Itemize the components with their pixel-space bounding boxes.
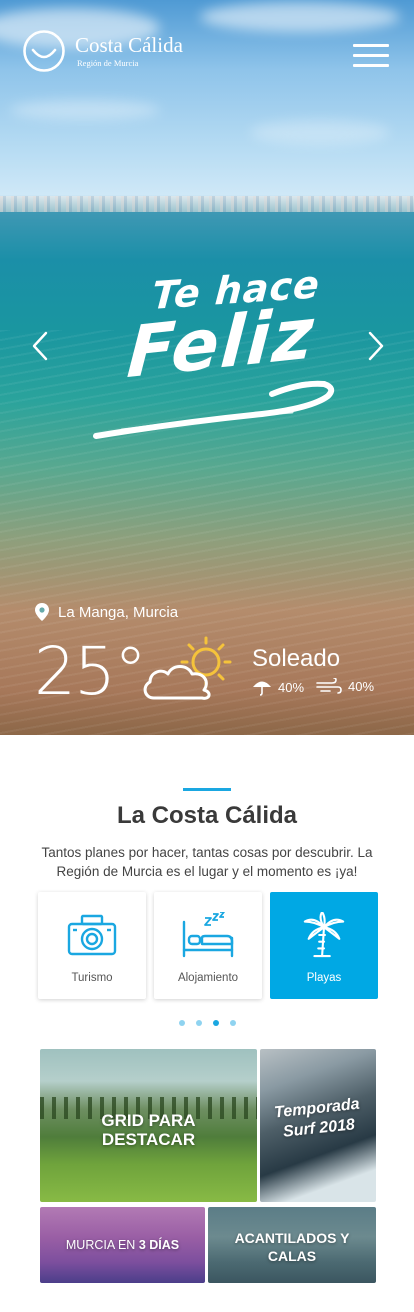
brand-name: Costa Cálida <box>75 33 183 57</box>
hamburger-menu-icon[interactable] <box>353 44 389 70</box>
rain-chance: 40% <box>252 678 304 696</box>
category-alojamiento[interactable]: Alojamiento <box>154 892 262 999</box>
weather-location: La Manga, Murcia <box>35 603 178 621</box>
pagination-dot[interactable] <box>179 1020 185 1026</box>
chevron-right-icon[interactable] <box>366 330 386 362</box>
smile-logo-icon <box>23 30 65 72</box>
category-playas[interactable]: Playas <box>270 892 378 999</box>
category-label: Alojamiento <box>177 972 239 984</box>
tile-label: Temporada Surf 2018 <box>260 1093 376 1145</box>
location-label: La Manga, Murcia <box>58 603 179 621</box>
hero-slogan: Te hace Feliz <box>92 262 342 442</box>
pagination-dot-active[interactable] <box>213 1020 219 1026</box>
wind-value-group: 40% <box>316 678 374 694</box>
tile-label-line2: DESTACAR <box>101 1130 196 1149</box>
grid-tile-murcia-3-dias[interactable]: MURCIA EN 3 DÍAS <box>40 1207 205 1283</box>
tile-label: ACANTILADOS Y CALAS <box>208 1229 376 1265</box>
chevron-left-icon[interactable] <box>30 330 50 362</box>
palm-tree-icon <box>303 912 345 958</box>
city-skyline <box>0 196 414 212</box>
pagination-dot[interactable] <box>230 1020 236 1026</box>
rain-chance-value: 40% <box>278 679 305 695</box>
category-label: Turismo <box>71 972 113 984</box>
wind-icon <box>316 678 342 694</box>
tile-label-line1: GRID PARA <box>101 1111 196 1130</box>
category-carousel: Turismo Alojamiento Playas <box>38 892 386 999</box>
tile-label-line1: ACANTILADOS Y <box>234 1230 350 1246</box>
brush-stroke-icon <box>93 380 335 439</box>
brand-logo-link[interactable]: Costa Cálida Región de Murcia <box>22 29 183 73</box>
camera-icon <box>67 914 117 956</box>
cloud-shape <box>10 100 160 120</box>
wind-value: 40% <box>348 678 375 694</box>
location-pin-icon <box>35 603 49 621</box>
tile-label-prefix: MURCIA EN <box>65 1238 139 1252</box>
brand-subtitle: Región de Murcia <box>77 58 139 68</box>
carousel-pagination <box>179 1020 247 1026</box>
pagination-dot[interactable] <box>196 1020 202 1026</box>
grid-tile-acantilados[interactable]: ACANTILADOS Y CALAS <box>208 1207 376 1283</box>
partly-cloudy-icon <box>143 636 232 700</box>
section-description: Tantos planes por hacer, tantas cosas po… <box>41 845 373 879</box>
weather-condition: Soleado <box>252 645 341 672</box>
section-title: La Costa Cálida <box>116 802 298 829</box>
category-label: Playas <box>306 972 342 984</box>
grid-tile-destacar[interactable]: GRID PARA DESTACAR <box>40 1049 257 1202</box>
cloud-shape <box>250 120 390 145</box>
grid-tile-surf[interactable]: Temporada Surf 2018 <box>260 1049 376 1202</box>
tile-label-bold: 3 DÍAS <box>138 1238 180 1252</box>
tile-label: GRID PARA DESTACAR <box>40 1111 257 1149</box>
category-turismo[interactable]: Turismo <box>38 892 146 999</box>
hero-banner: Costa Cálida Región de Murcia Te hace Fe… <box>0 0 414 735</box>
tile-label-line2: CALAS <box>267 1248 317 1264</box>
bed-icon <box>182 912 234 958</box>
cloud-shape <box>200 2 400 32</box>
section-accent-line <box>183 788 231 791</box>
temperature-value: 25° <box>34 633 147 710</box>
umbrella-icon <box>253 681 271 696</box>
tile-label: MURCIA EN 3 DÍAS <box>40 1238 205 1252</box>
